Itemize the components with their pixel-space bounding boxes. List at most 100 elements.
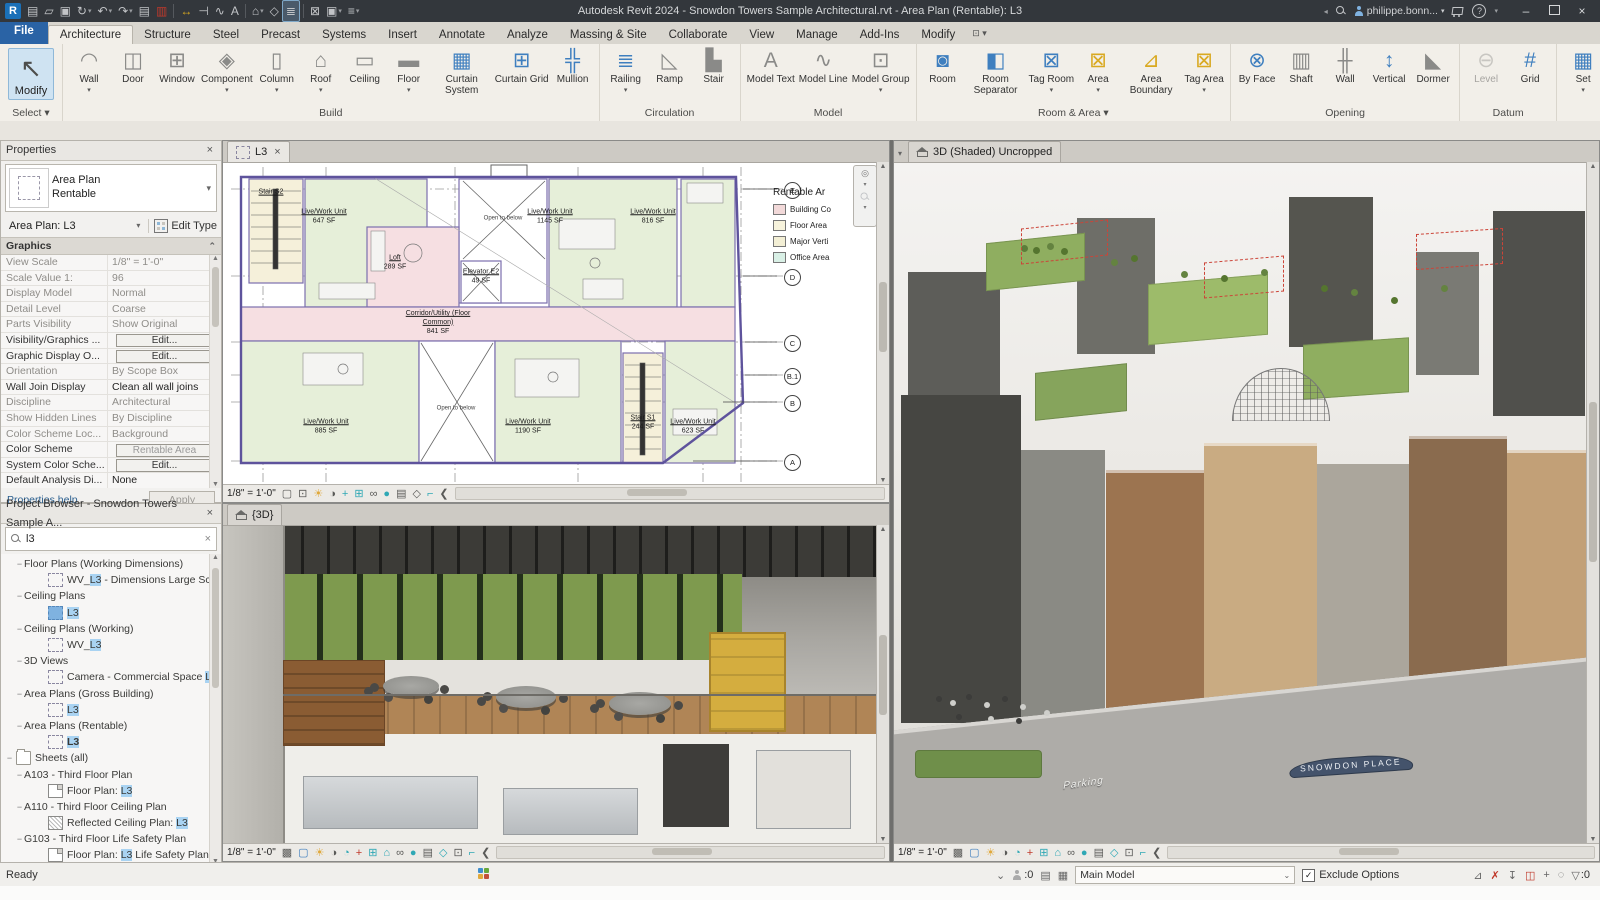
steering-wheel-icon[interactable]: ◎ [861,168,869,179]
help-caret-icon[interactable]: ▾ [1494,7,1498,15]
component-button[interactable]: ◈ Component ▾ [199,46,255,95]
print-icon[interactable]: ▤ [136,1,153,21]
rendering-icon[interactable]: ◔ [1014,845,1021,861]
area-boundary-button[interactable]: ⊿ Area Boundary [1120,46,1182,97]
hscroll-thumb[interactable] [651,848,712,855]
city-canvas[interactable]: Parking SNOWDON PLACE [894,163,1599,846]
properties-scroll-down-icon[interactable]: ▼ [210,481,221,488]
mullion-button[interactable]: ╬ Mullion [551,46,595,87]
shadows-icon[interactable]: ◑ [1001,845,1008,861]
model-group-button[interactable]: ⊡ Model Group ▾ [850,46,912,95]
browser-item-g103-third-floor-life-safety-plan[interactable]: − G103 - Third Floor Life Safety Plan [1,831,221,847]
ribbon-tab-annotate[interactable]: Annotate [428,26,496,44]
background-process-icon[interactable]: ◌ [1558,869,1565,882]
reveal-constraints-icon[interactable]: ⌐ [1140,845,1146,861]
worksharing-display-icon[interactable]: ◇ [412,486,420,502]
stair-button[interactable]: ▙ Stair [692,46,736,87]
dormer-button[interactable]: ◣ Dormer [1411,46,1455,87]
visibility-graphics-edit-button[interactable]: Edit... [116,334,213,348]
browser-item-3d-views[interactable]: −3D Views [1,653,221,669]
properties-close-icon[interactable]: × [204,141,216,160]
city-vertical-scrollbar[interactable]: ▲ ▼ [1586,162,1599,845]
temporary-hide-isolate-icon[interactable]: ∞ [396,845,404,861]
browser-item-wv-l3-dimensions-large-scale[interactable]: WV_L3 - Dimensions Large Scale [1,572,221,588]
exclude-options-checkbox[interactable]: ✓ [1302,868,1316,882]
browser-scrollbar[interactable]: ▲▼ [209,554,221,865]
roof-button[interactable]: ⌂ Roof ▾ [299,46,343,95]
sun-path-icon[interactable]: ☀ [315,845,325,861]
ribbon-tab-architecture[interactable]: Architecture [47,25,134,44]
sun-path-icon[interactable]: ☀ [313,486,323,502]
close-hidden-windows-icon[interactable]: ⊠ [307,1,323,21]
set-button[interactable]: ▦ Set ▾ [1561,46,1600,95]
browser-item-area-plans-rentable[interactable]: − Area Plans (Rentable) [1,718,221,734]
type-selector[interactable]: Area Plan Rentable ▾ [5,164,217,212]
work-plane-panel-label[interactable]: Work Plane [1557,106,1600,121]
visual-style-icon[interactable]: ▩ [953,845,963,861]
browser-item-l3[interactable]: L3 [1,734,221,750]
browser-search-clear-icon[interactable]: × [205,533,211,545]
show-crop-region-icon[interactable]: ⊡ [298,486,307,502]
app-logo-icon[interactable]: R [2,1,24,21]
property-value[interactable]: Edit... [108,458,221,473]
view-scale-button[interactable]: 1/8" = 1'-0" [227,847,276,858]
crop-region-visible-icon[interactable]: ⊞ [354,486,363,502]
filter-button[interactable]: ▽ :0 [1571,869,1590,882]
customize-qat-icon[interactable]: ≡ ▾ [345,1,363,21]
crop-view-icon[interactable]: + [1027,845,1033,861]
browser-item-ceiling-plans-working[interactable]: − Ceiling Plans (Working) [1,621,221,637]
datum-panel-label[interactable]: Datum [1460,106,1556,121]
default-3d-home-icon[interactable]: ⌂ [383,845,390,861]
displacement-icon[interactable]: ⊡ [1124,845,1133,861]
save-icon[interactable]: ▣ [57,1,74,21]
shadows-icon[interactable]: ◑ [330,845,337,861]
displacement-icon[interactable]: ⊡ [453,845,462,861]
crop-region-visible-icon[interactable]: ⊞ [368,845,377,861]
plan-vscroll-thumb[interactable] [879,282,887,352]
scroll-left-icon[interactable]: ❮ [481,845,490,861]
switch-windows-icon[interactable]: ▣ ▾ [323,1,345,21]
horizontal-scrollbar[interactable] [1167,846,1595,859]
browser-item-l3[interactable]: L3 [1,702,221,718]
horizontal-scrollbar[interactable] [454,487,885,500]
properties-scrollbar[interactable]: ▲ ▼ [209,255,221,488]
restore-button[interactable] [1540,0,1568,22]
zoom-caret-icon[interactable]: ▾ [863,203,866,214]
temporary-hide-isolate-icon[interactable]: ∞ [370,486,378,502]
select-pinned-icon[interactable]: ↧ [1508,869,1517,882]
property-value[interactable]: Edit... [108,333,221,348]
crop-view-icon[interactable]: + [342,486,348,502]
ribbon-tab-steel[interactable]: Steel [202,26,250,44]
horizontal-scrollbar[interactable] [496,846,885,859]
design-options-icon[interactable]: ▦ [1058,869,1068,882]
model-line-button[interactable]: ∿ Model Line [797,46,850,87]
tree-collapse-icon[interactable]: − [15,689,24,699]
vertical-button[interactable]: ↕ Vertical [1367,46,1411,87]
tree-collapse-icon[interactable]: − [15,770,24,780]
tree-collapse-icon[interactable]: − [15,802,24,812]
ribbon-tab-add-ins[interactable]: Add-Ins [849,26,911,44]
undo-icon[interactable]: ↶ ▾ [95,1,116,21]
ribbon-tab-insert[interactable]: Insert [377,26,428,44]
exclude-options-toggle[interactable]: ✓ Exclude Options [1302,868,1399,882]
tree-collapse-icon[interactable]: − [15,721,24,731]
graphic-display-icon[interactable]: ▢ [298,845,308,861]
interior-vscroll-thumb[interactable] [879,635,887,715]
city-view-tab[interactable]: 3D (Shaded) Uncropped [908,141,1062,162]
wall-button[interactable]: ╫ Wall [1323,46,1367,87]
model-panel-label[interactable]: Model [741,106,916,121]
scroll-left-icon[interactable]: ❮ [1152,845,1161,861]
browser-item-area-plans-gross-building[interactable]: − Area Plans (Gross Building) [1,686,221,702]
grid-button[interactable]: # Grid [1508,46,1552,87]
drag-on-selection-icon[interactable]: + [1543,869,1549,882]
room-separator-button[interactable]: ◧ Room Separator [965,46,1027,97]
city-vscroll-thumb[interactable] [1589,402,1597,562]
temporary-view-properties-icon[interactable]: ▤ [396,486,406,502]
thin-lines-icon[interactable]: ≣ [281,0,300,22]
select-panel-label[interactable]: Select ▾ [0,106,62,121]
shadows-icon[interactable]: ◑ [329,486,336,502]
select-underlay-icon[interactable]: ✗ [1491,869,1500,882]
circulation-panel-label[interactable]: Circulation [600,106,740,121]
ribbon-tab-modify[interactable]: Modify [910,26,966,44]
area-button[interactable]: ⊠ Area ▾ [1076,46,1120,95]
